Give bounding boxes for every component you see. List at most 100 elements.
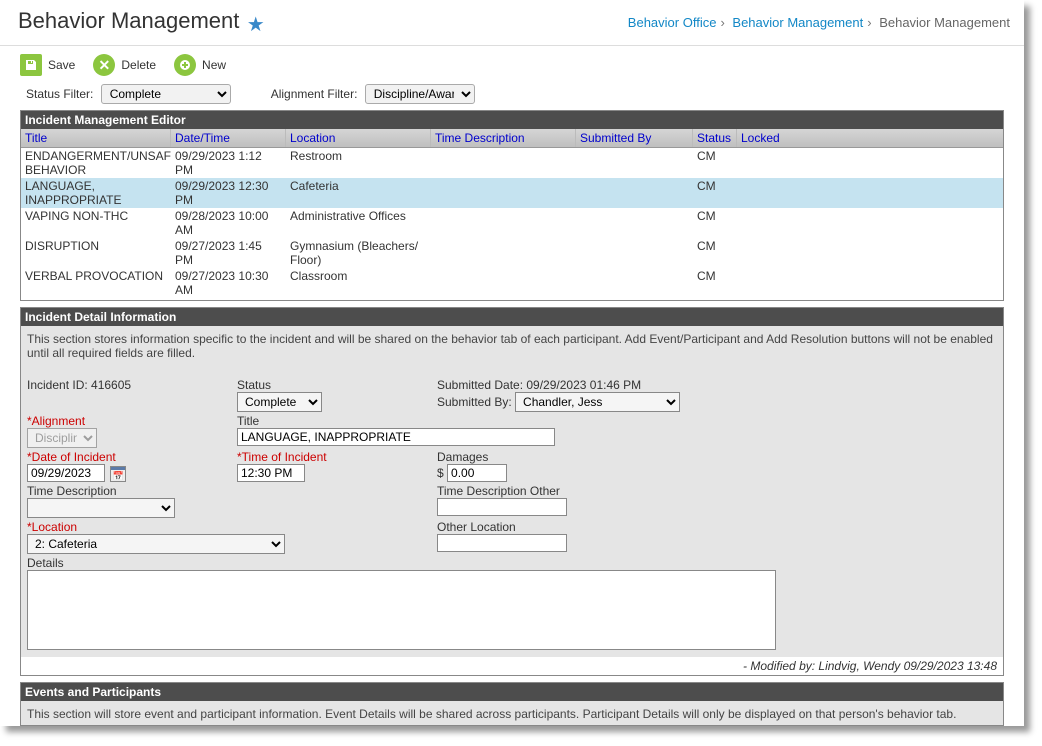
table-row[interactable]: DISRUPTION09/27/2023 1:45 PMGymnasium (B…	[21, 238, 1003, 268]
table-row[interactable]: ENDANGERMENT/UNSAFE BEHAVIOR09/29/2023 1…	[21, 148, 1003, 178]
page-header: Behavior Management ★ Behavior Office Be…	[0, 0, 1024, 46]
events-header: Events and Participants	[21, 683, 1003, 701]
breadcrumb: Behavior Office Behavior Management Beha…	[628, 15, 1010, 30]
table-row[interactable]: VAPING THC09/27/2023 10:00 AMCafeteria CM	[21, 298, 1003, 300]
cell-td	[431, 208, 576, 238]
cell-td	[431, 268, 576, 298]
delete-icon: ✕	[93, 54, 115, 76]
incident-detail-panel: Incident Detail Information This section…	[20, 307, 1004, 676]
cell-loc: Cafeteria	[286, 178, 431, 208]
cell-dt: 09/27/2023 1:45 PM	[171, 238, 286, 268]
crumb-2: Behavior Management	[879, 15, 1010, 30]
events-desc: This section will store event and partic…	[21, 701, 1003, 725]
cell-st: CM	[693, 178, 737, 208]
damages-label: Damages	[437, 450, 777, 464]
status-select[interactable]: Complete	[237, 392, 322, 412]
table-row[interactable]: LANGUAGE, INAPPROPRIATE09/29/2023 12:30 …	[21, 178, 1003, 208]
save-icon	[20, 54, 42, 76]
olocation-input[interactable]	[437, 534, 567, 552]
crumb-0[interactable]: Behavior Office	[628, 15, 717, 30]
cell-loc: Administrative Offices	[286, 208, 431, 238]
location-select[interactable]: 2: Cafeteria	[27, 534, 285, 554]
incident-editor-panel: Incident Management Editor Title Date/Ti…	[20, 110, 1004, 301]
cell-loc: Cafeteria	[286, 298, 431, 300]
table-row[interactable]: VERBAL PROVOCATION09/27/2023 10:30 AMCla…	[21, 268, 1003, 298]
cell-dt: 09/29/2023 1:12 PM	[171, 148, 286, 178]
toolbar: Save ✕ Delete New	[0, 46, 1024, 80]
olocation-label: Other Location	[437, 520, 777, 534]
cell-title: VAPING NON-THC	[21, 208, 171, 238]
cell-lk	[737, 208, 782, 238]
cell-loc: Gymnasium (Bleachers/ Floor)	[286, 238, 431, 268]
col-status[interactable]: Status	[693, 129, 737, 147]
cell-dt: 09/27/2023 10:00 AM	[171, 298, 286, 300]
editor-header: Incident Management Editor	[21, 111, 1003, 129]
col-title[interactable]: Title	[21, 129, 171, 147]
align-filter-select[interactable]: Discipline/Award	[365, 84, 475, 104]
cell-sb	[576, 208, 693, 238]
modified-line: - Modified by: Lindvig, Wendy 09/29/2023…	[21, 657, 1003, 675]
alignment-label: *Alignment	[27, 414, 237, 428]
cell-loc: Restroom	[286, 148, 431, 178]
delete-button[interactable]: ✕ Delete	[93, 54, 156, 76]
cell-st: CM	[693, 298, 737, 300]
cell-st: CM	[693, 238, 737, 268]
submitted-by-select[interactable]: Chandler, Jess	[515, 392, 680, 412]
cell-loc: Classroom	[286, 268, 431, 298]
cell-td	[431, 298, 576, 300]
submitted-by-label: Submitted By:	[437, 395, 512, 409]
incident-id: Incident ID: 416605	[27, 378, 237, 412]
cell-st: CM	[693, 208, 737, 238]
editor-grid-body[interactable]: ENDANGERMENT/UNSAFE BEHAVIOR09/29/2023 1…	[21, 148, 1003, 300]
cell-st: CM	[693, 268, 737, 298]
cell-td	[431, 178, 576, 208]
cell-sb	[576, 298, 693, 300]
col-submittedby[interactable]: Submitted By	[576, 129, 693, 147]
cell-lk	[737, 268, 782, 298]
alignment-select: Discipline	[27, 428, 97, 448]
cell-lk	[737, 238, 782, 268]
col-timedesc[interactable]: Time Description	[431, 129, 576, 147]
damages-prefix: $	[437, 466, 444, 480]
submitted-date: Submitted Date: 09/29/2023 01:46 PM	[437, 378, 777, 392]
details-textarea[interactable]	[27, 570, 776, 650]
col-datetime[interactable]: Date/Time	[171, 129, 286, 147]
cell-st: CM	[693, 148, 737, 178]
cell-sb	[576, 238, 693, 268]
calendar-icon[interactable]: 📅	[110, 466, 126, 482]
new-label: New	[202, 58, 226, 72]
table-row[interactable]: VAPING NON-THC09/28/2023 10:00 AMAdminis…	[21, 208, 1003, 238]
status-filter-label: Status Filter:	[26, 87, 93, 101]
toi-input[interactable]	[237, 464, 305, 482]
cell-title: VAPING THC	[21, 298, 171, 300]
status-filter-select[interactable]: Complete	[101, 84, 231, 104]
col-location[interactable]: Location	[286, 129, 431, 147]
align-filter-label: Alignment Filter:	[271, 87, 358, 101]
star-icon[interactable]: ★	[247, 14, 265, 36]
cell-title: DISRUPTION	[21, 238, 171, 268]
cell-sb	[576, 268, 693, 298]
title-input[interactable]	[237, 428, 555, 446]
new-icon	[174, 54, 196, 76]
cell-dt: 09/29/2023 12:30 PM	[171, 178, 286, 208]
editor-grid-header: Title Date/Time Location Time Descriptio…	[21, 129, 1003, 148]
col-locked[interactable]: Locked	[737, 129, 782, 147]
save-button[interactable]: Save	[20, 54, 75, 76]
cell-dt: 09/28/2023 10:00 AM	[171, 208, 286, 238]
events-panel: Events and Participants This section wil…	[20, 682, 1004, 726]
td-label: Time Description	[27, 484, 437, 498]
cell-sb	[576, 148, 693, 178]
cell-lk	[737, 298, 782, 300]
toi-label: *Time of Incident	[237, 450, 437, 464]
new-button[interactable]: New	[174, 54, 226, 76]
crumb-1[interactable]: Behavior Management	[732, 15, 863, 30]
save-label: Save	[48, 58, 75, 72]
detail-desc: This section stores information specific…	[21, 326, 1003, 374]
cell-title: VERBAL PROVOCATION	[21, 268, 171, 298]
doi-input[interactable]	[27, 464, 105, 482]
tdo-input[interactable]	[437, 498, 567, 516]
td-select[interactable]	[27, 498, 175, 518]
cell-title: LANGUAGE, INAPPROPRIATE	[21, 178, 171, 208]
location-label: *Location	[27, 520, 437, 534]
damages-input[interactable]	[447, 464, 507, 482]
